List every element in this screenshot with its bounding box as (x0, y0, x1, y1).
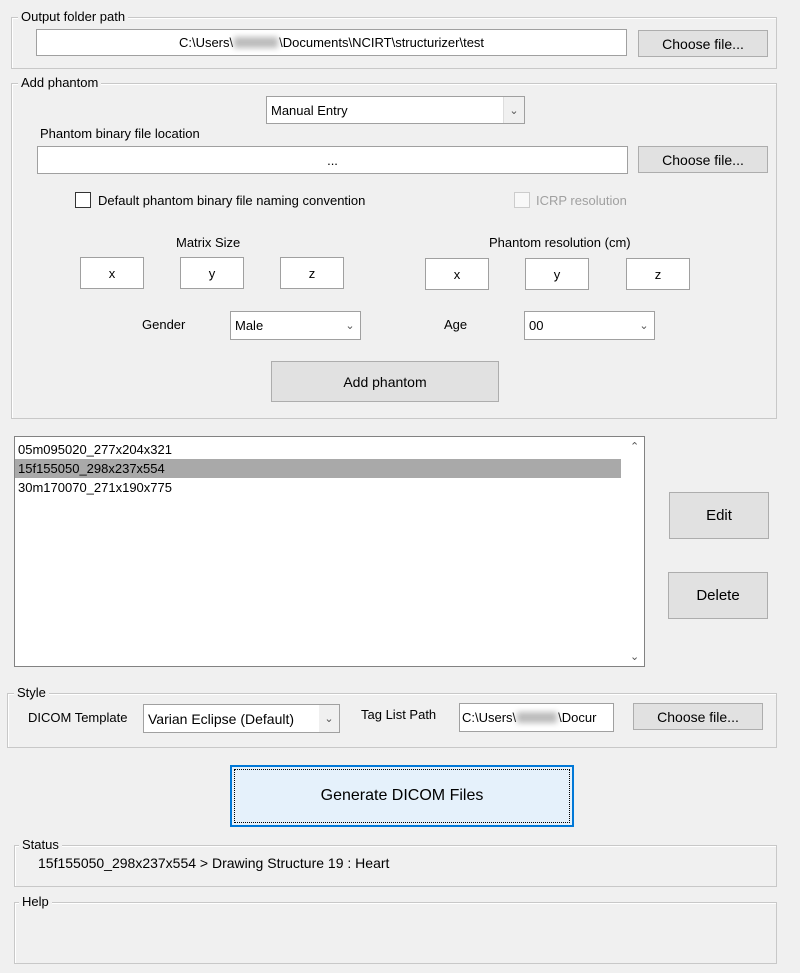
resolution-y-input[interactable]: y (525, 258, 589, 290)
gender-value: Male (235, 318, 264, 333)
binary-location-input[interactable]: ... (37, 146, 628, 174)
help-label: Help (19, 894, 52, 909)
path-prefix: C:\Users\ (178, 35, 234, 50)
dicom-template-value: Varian Eclipse (Default) (148, 710, 295, 727)
style-label: Style (14, 685, 49, 700)
blurred-username (234, 37, 279, 48)
chevron-down-icon: ⌄ (503, 97, 524, 123)
edit-button[interactable]: Edit (669, 492, 769, 539)
phantom-list[interactable]: 05m095020_277x204x321 15f155050_298x237x5… (14, 436, 645, 667)
tag-list-path-label: Tag List Path (361, 707, 437, 722)
output-folder-label: Output folder path (18, 9, 129, 24)
entry-mode-value: Manual Entry (271, 102, 348, 118)
resolution-z-input[interactable]: z (626, 258, 690, 290)
path-suffix: \Documents\NCIRT\structurizer\test (279, 35, 485, 50)
phantom-list-item[interactable]: 05m095020_277x204x321 (15, 440, 621, 459)
help-group: Help (14, 894, 777, 964)
phantom-list-item[interactable]: 30m170070_271x190x775 (15, 478, 621, 497)
matrix-x-input[interactable]: x (80, 257, 144, 289)
delete-button[interactable]: Delete (668, 572, 768, 619)
resolution-label: Phantom resolution (cm) (489, 235, 631, 250)
age-label: Age (444, 317, 468, 332)
default-naming-checkbox[interactable] (75, 192, 91, 208)
tag-list-path-input[interactable]: C:\Users\ \Docur (459, 703, 614, 732)
status-text: 15f155050_298x237x554 > Drawing Structur… (38, 855, 390, 871)
icrp-resolution-label: ICRP resolution (536, 193, 627, 208)
add-phantom-button[interactable]: Add phantom (271, 361, 499, 402)
tag-path-prefix: C:\Users\ (462, 710, 517, 725)
scroll-up-icon[interactable]: ⌃ (630, 440, 639, 453)
output-choose-file-button[interactable]: Choose file... (638, 30, 768, 57)
output-folder-path-input[interactable]: C:\Users\ \Documents\NCIRT\structurizer\t… (36, 29, 627, 56)
default-naming-label: Default phantom binary file naming conve… (98, 193, 366, 208)
dicom-template-select[interactable]: Varian Eclipse (Default) ⌄ (143, 704, 340, 733)
chevron-down-icon: ⌄ (345, 320, 355, 332)
binary-location-label: Phantom binary file location (40, 126, 200, 141)
icrp-resolution-checkbox[interactable] (514, 192, 530, 208)
phantom-list-item[interactable]: 15f155050_298x237x554 (15, 459, 621, 478)
chevron-down-icon: ⌄ (639, 320, 649, 332)
age-value: 00 (529, 318, 544, 333)
scroll-down-icon[interactable]: ⌄ (630, 650, 639, 663)
chevron-down-icon: ⌄ (319, 705, 339, 732)
resolution-x-input[interactable]: x (425, 258, 489, 290)
dicom-template-label: DICOM Template (28, 710, 128, 725)
tag-list-choose-file-button[interactable]: Choose file... (633, 703, 763, 730)
matrix-size-label: Matrix Size (176, 235, 241, 250)
add-phantom-label: Add phantom (18, 75, 102, 90)
matrix-y-input[interactable]: y (180, 257, 244, 289)
gender-label: Gender (142, 317, 186, 332)
blurred-username (517, 712, 558, 723)
generate-dicom-button[interactable]: Generate DICOM Files (230, 765, 574, 827)
matrix-z-input[interactable]: z (280, 257, 344, 289)
status-label: Status (19, 837, 62, 852)
entry-mode-select[interactable]: Manual Entry ⌄ (266, 96, 525, 124)
tag-path-suffix: \Docur (558, 710, 597, 725)
age-select[interactable]: 00 ⌄ (524, 311, 655, 340)
binary-choose-file-button[interactable]: Choose file... (638, 146, 768, 173)
list-scrollbar[interactable]: ⌃ ⌄ (624, 437, 644, 666)
gender-select[interactable]: Male ⌄ (230, 311, 361, 340)
